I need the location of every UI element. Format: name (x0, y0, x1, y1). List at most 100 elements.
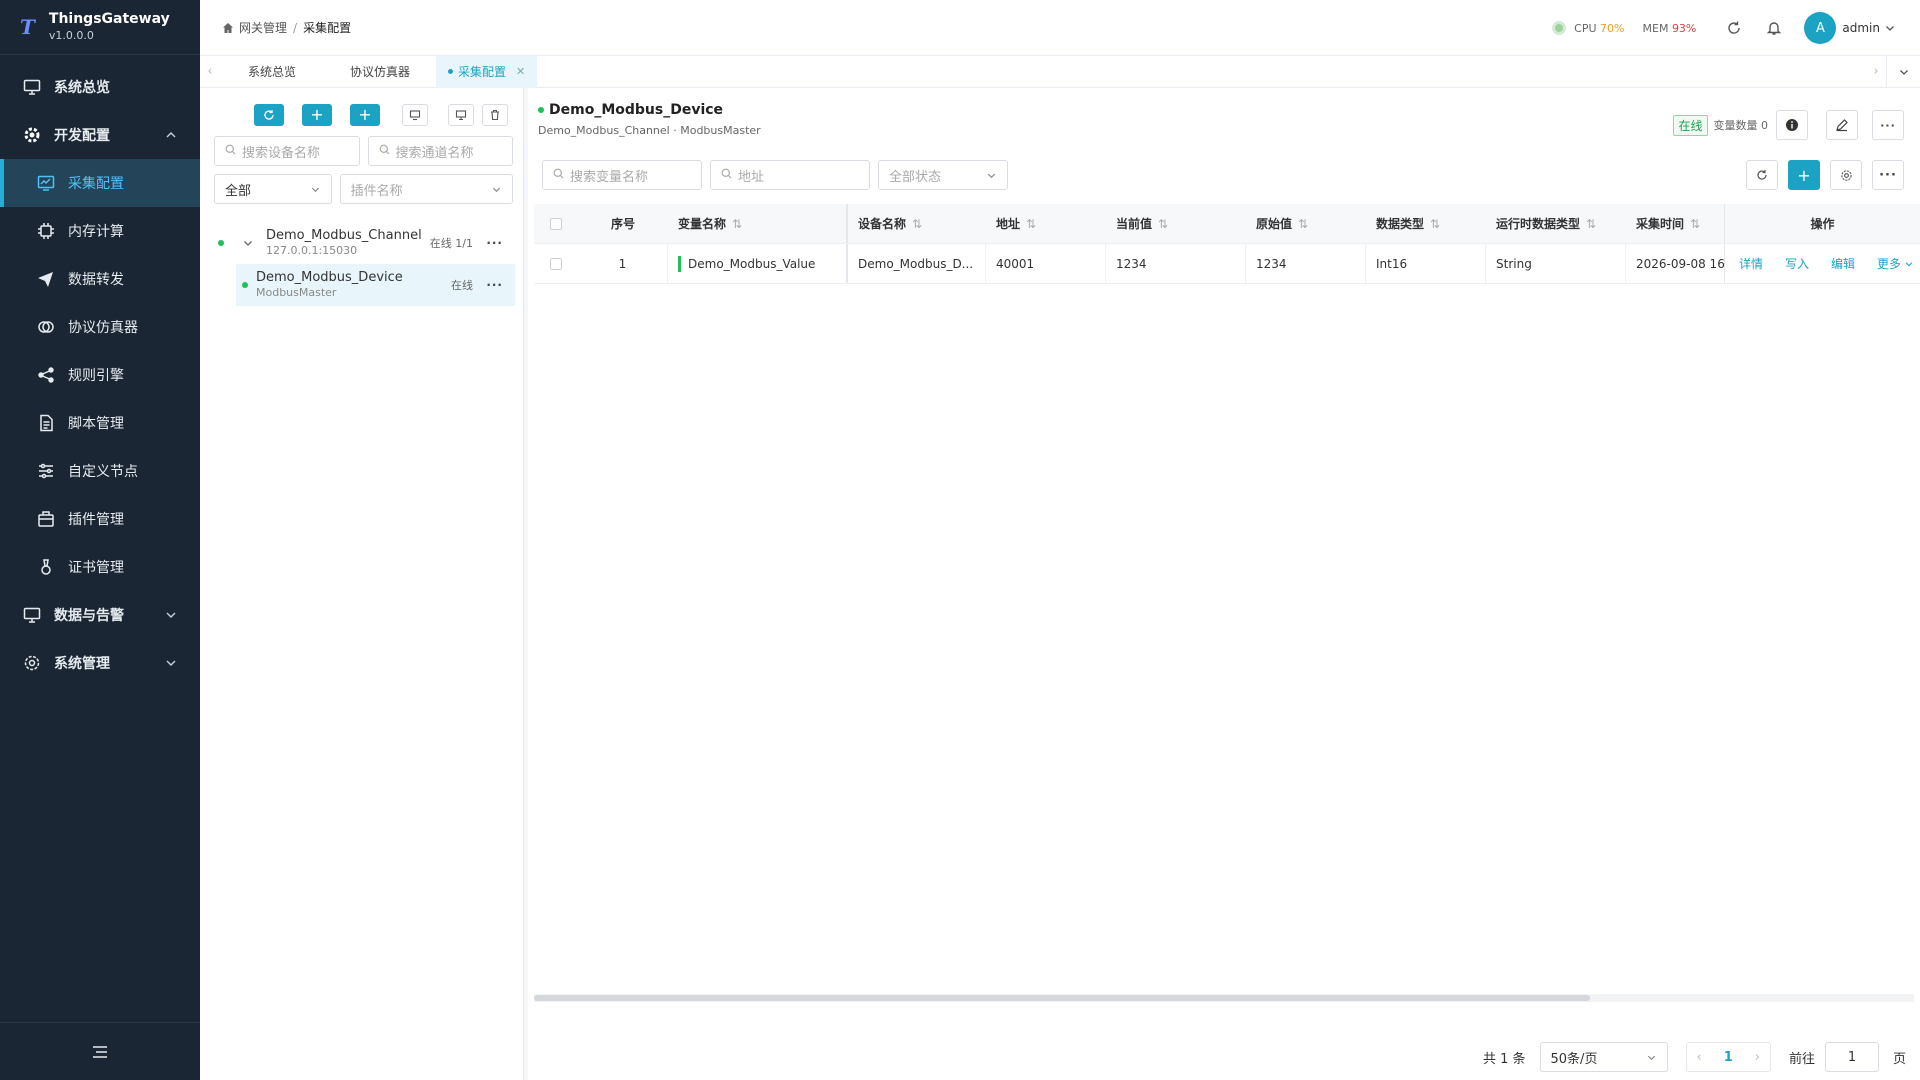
col-data-type[interactable]: 数据类型 ⇅ (1366, 204, 1486, 243)
tab-scroll-right-icon[interactable]: › (1866, 64, 1886, 79)
search-channel-input[interactable]: 搜索通道名称 (367, 136, 513, 166)
select-all-checkbox[interactable] (550, 217, 562, 230)
sidebar-item-cert-mgmt[interactable]: 证书管理 (0, 543, 200, 591)
sidebar-collapse-button[interactable] (0, 1022, 200, 1080)
sidebar-item-custom-node[interactable]: 自定义节点 (0, 447, 200, 495)
variable-more-button[interactable]: ··· (1872, 160, 1904, 190)
avatar[interactable]: A (1804, 12, 1837, 44)
page-size-select[interactable]: 50条/页 (1539, 1042, 1668, 1072)
edit-link[interactable]: 编辑 (1831, 255, 1855, 272)
export-button[interactable] (448, 104, 474, 126)
cell-data-type: Int16 (1366, 244, 1486, 283)
col-current-value[interactable]: 当前值 ⇅ (1106, 204, 1246, 243)
col-device[interactable]: 设备名称 ⇅ (848, 204, 986, 243)
refresh-variables-button[interactable] (1746, 160, 1778, 190)
delete-button[interactable] (482, 104, 508, 126)
sort-icon[interactable]: ⇅ (1586, 217, 1596, 231)
chevron-down-icon[interactable] (1884, 22, 1896, 34)
tab-scroll-left-icon[interactable]: ‹ (200, 64, 220, 79)
status-filter-select[interactable]: 全部 (214, 174, 332, 204)
add-device-button[interactable]: + (350, 104, 380, 126)
add-variable-button[interactable]: + (1788, 160, 1820, 190)
tab-overview[interactable]: 系统总览 (220, 56, 324, 88)
app-logo[interactable]: T ThingsGateway v1.0.0.0 (0, 0, 200, 55)
info-button[interactable] (1776, 110, 1808, 140)
table-row[interactable]: 1 Demo_Modbus_Value Demo_Modbus_D... 400… (534, 244, 1920, 284)
address-placeholder: 地址 (738, 169, 765, 185)
status-filter-value: 全部 (225, 183, 252, 199)
page-size-value: 50条/页 (1550, 1051, 1598, 1067)
tree-node-device[interactable]: Demo_Modbus_Device ModbusMaster 在线 ··· (236, 264, 515, 306)
address-input[interactable]: 地址 (710, 160, 870, 190)
horizontal-scrollbar[interactable] (534, 994, 1914, 1002)
cell-index: 1 (578, 244, 668, 283)
sidebar-item-data-forward[interactable]: 数据转发 (0, 255, 200, 303)
chevron-down-icon (1905, 261, 1913, 266)
sidebar-item-label: 插件管理 (68, 512, 124, 528)
goto-page-input[interactable]: 1 (1824, 1042, 1879, 1072)
more-icon[interactable]: ··· (486, 278, 503, 292)
tab-protocol-sim[interactable]: 协议仿真器 (324, 56, 436, 88)
row-checkbox[interactable] (550, 257, 562, 270)
import-icon (409, 110, 421, 121)
sidebar-item-collect-config[interactable]: 采集配置 (0, 159, 200, 207)
sidebar-item-plugin-mgmt[interactable]: 插件管理 (0, 495, 200, 543)
sidebar-item-protocol-sim[interactable]: 协议仿真器 (0, 303, 200, 351)
chevron-down-icon (166, 612, 176, 618)
plugin-filter-select[interactable]: 插件名称 (339, 174, 513, 204)
sort-icon[interactable]: ⇅ (1026, 217, 1036, 231)
col-raw-value[interactable]: 原始值 ⇅ (1246, 204, 1366, 243)
sort-icon[interactable]: ⇅ (1298, 217, 1308, 231)
refresh-tree-button[interactable] (254, 104, 284, 126)
search-variable-input[interactable]: 搜索变量名称 (542, 160, 702, 190)
tree-node-channel[interactable]: Demo_Modbus_Channel 127.0.0.1:15030 在线 1… (214, 224, 515, 262)
col-collect-time[interactable]: 采集时间 ⇅ (1626, 204, 1724, 243)
sidebar-item-system-mgmt[interactable]: 系统管理 (0, 639, 200, 687)
sort-icon[interactable]: ⇅ (1690, 217, 1700, 231)
sidebar-item-rule-engine[interactable]: 规则引擎 (0, 351, 200, 399)
status-select[interactable]: 全部状态 (878, 160, 1008, 190)
tab-menu-chevron-icon[interactable] (1886, 55, 1920, 88)
col-name[interactable]: 变量名称 ⇅ (668, 204, 848, 243)
import-button[interactable] (402, 104, 428, 126)
add-channel-button[interactable]: + (302, 104, 332, 126)
plus-icon: + (310, 105, 324, 124)
col-runtime-type[interactable]: 运行时数据类型 ⇅ (1486, 204, 1626, 243)
tab-label: 采集配置 (458, 65, 507, 79)
refresh-button[interactable] (1723, 17, 1745, 39)
sort-icon[interactable]: ⇅ (912, 217, 922, 231)
cpu-stat: CPU 70% (1574, 22, 1624, 35)
chevron-down-icon[interactable] (242, 237, 254, 249)
tab-collect-config[interactable]: 采集配置 ✕ (436, 55, 538, 88)
variable-filter-bar: 搜索变量名称 地址 全部状态 (542, 160, 1008, 190)
sidebar-item-script-mgmt[interactable]: 脚本管理 (0, 399, 200, 447)
next-page-icon[interactable]: › (1755, 1050, 1760, 1065)
notification-button[interactable] (1763, 17, 1785, 39)
col-label: 原始值 (1256, 217, 1293, 231)
sort-icon[interactable]: ⇅ (1158, 217, 1168, 231)
sidebar-item-data-alarm[interactable]: 数据与告警 (0, 591, 200, 639)
sort-icon[interactable]: ⇅ (732, 217, 742, 231)
search-device-input[interactable]: 搜索设备名称 (214, 136, 360, 166)
more-link[interactable]: 更多 (1877, 255, 1914, 272)
sidebar-item-dev-config[interactable]: 开发配置 (0, 111, 200, 159)
sort-icon[interactable]: ⇅ (1430, 217, 1440, 231)
breadcrumb-item[interactable]: 网关管理 (239, 19, 287, 36)
column-settings-button[interactable] (1830, 160, 1862, 190)
detail-link[interactable]: 详情 (1739, 255, 1763, 272)
close-icon[interactable]: ✕ (516, 65, 525, 78)
prev-page-icon[interactable]: ‹ (1697, 1050, 1702, 1065)
sliders-icon (36, 461, 56, 481)
edit-device-button[interactable] (1826, 110, 1858, 140)
chevron-down-icon (492, 187, 501, 192)
write-link[interactable]: 写入 (1785, 255, 1809, 272)
more-icon[interactable]: ··· (486, 236, 503, 250)
user-name[interactable]: admin (1842, 21, 1880, 35)
current-page[interactable]: 1 (1724, 1050, 1733, 1065)
sidebar-item-memory-compute[interactable]: 内存计算 (0, 207, 200, 255)
sidebar-item-overview[interactable]: 系统总览 (0, 63, 200, 111)
scrollbar-thumb[interactable] (534, 995, 1590, 1001)
row-select-cell (534, 244, 578, 283)
device-more-button[interactable]: ··· (1872, 110, 1904, 140)
col-address[interactable]: 地址 ⇅ (986, 204, 1106, 243)
